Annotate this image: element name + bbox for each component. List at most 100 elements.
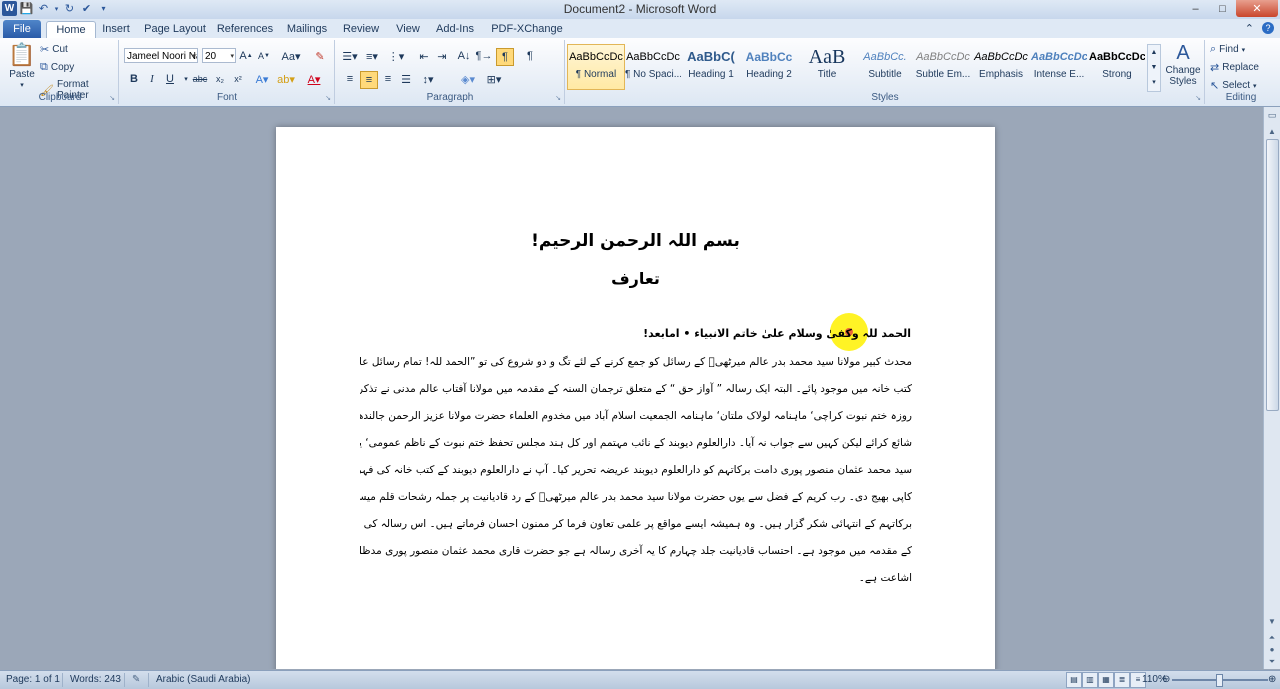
clear-formatting-icon[interactable]: ✎: [312, 48, 328, 64]
cut-button[interactable]: ✂ Cut: [40, 43, 68, 56]
proofing-icon[interactable]: ✎: [132, 674, 140, 685]
style-emphasis[interactable]: AaBbCcDc Emphasis: [973, 45, 1029, 89]
copy-button[interactable]: ⧉ Copy: [40, 61, 74, 74]
zoom-slider-knob[interactable]: [1216, 674, 1223, 687]
align-right-icon[interactable]: ≡: [380, 71, 396, 87]
borders-icon[interactable]: ⊞▾: [486, 71, 502, 87]
font-color-icon[interactable]: A▾: [306, 71, 322, 87]
clipboard-launcher-icon[interactable]: ↘: [109, 94, 115, 102]
style-subtitle[interactable]: AaBbCc. Subtitle: [857, 45, 913, 89]
style-name: ¶ Normal: [575, 69, 617, 80]
strikethrough-icon[interactable]: abc: [192, 71, 208, 87]
font-launcher-icon[interactable]: ↘: [325, 94, 331, 102]
document-page[interactable]: بسم اللہ الرحمن الرحیم! تعارف الحمد للہ …: [276, 127, 995, 669]
styles-group: AaBbCcDc ¶ Normal AaBbCcDc ¶ No Spaci...…: [566, 40, 1205, 104]
tab-pdf-xchange[interactable]: PDF-XChange 4: [490, 21, 564, 52]
ltr-icon[interactable]: ¶→: [476, 48, 493, 64]
tab-file[interactable]: File: [3, 20, 41, 38]
web-layout-icon[interactable]: ▦: [1098, 672, 1114, 688]
style-no-spacing[interactable]: AaBbCcDc ¶ No Spaci...: [625, 45, 681, 89]
paragraph-launcher-icon[interactable]: ↘: [555, 94, 561, 102]
multilevel-list-icon[interactable]: ⋮▾: [388, 48, 405, 64]
title-bar: W 💾 ↶ ▾ ↻ ✔ ▾ Document2 - Microsoft Word…: [0, 0, 1280, 20]
styles-scroll[interactable]: ▲ ▼ ▾: [1147, 44, 1161, 92]
tab-insert[interactable]: Insert: [98, 21, 134, 38]
styles-launcher-icon[interactable]: ↘: [1195, 94, 1201, 102]
tab-add-ins[interactable]: Add-Ins: [434, 21, 476, 38]
paste-button[interactable]: 📋 Paste ▾: [6, 42, 38, 89]
tab-page-layout[interactable]: Page Layout: [144, 21, 206, 38]
help-icon[interactable]: ?: [1262, 22, 1274, 34]
line-spacing-icon[interactable]: ↕▾: [420, 71, 436, 87]
ruler-icon[interactable]: ▭: [1265, 110, 1279, 122]
numbering-icon[interactable]: ≡▾: [364, 48, 380, 64]
bullets-icon[interactable]: ☰▾: [342, 48, 358, 64]
style-name: Heading 2: [746, 69, 792, 80]
align-left-icon[interactable]: ≡: [342, 71, 358, 87]
justify-icon[interactable]: ☰: [398, 71, 414, 87]
grow-font-icon[interactable]: A ▲: [238, 48, 254, 64]
font-name-value: Jameel Noori Na: [127, 51, 198, 62]
sort-icon[interactable]: A↓: [456, 48, 472, 64]
scroll-down-icon[interactable]: ▼: [1265, 615, 1279, 629]
body-line: شائع کرائے لیکن کہیں سے جواب نہ آیا۔ دار…: [360, 437, 912, 449]
increase-indent-icon[interactable]: ⇥: [434, 48, 450, 64]
show-marks-icon[interactable]: ¶: [522, 48, 538, 64]
tab-review[interactable]: Review: [340, 21, 382, 38]
find-label: Find: [1219, 44, 1239, 55]
shading-icon[interactable]: ◈▾: [460, 71, 476, 87]
minimize-button[interactable]: –: [1182, 0, 1209, 17]
subscript-icon[interactable]: x₂: [212, 71, 228, 87]
style-heading-1[interactable]: AaBbC( Heading 1: [683, 45, 739, 89]
shrink-font-icon[interactable]: A ▼: [256, 48, 272, 64]
tab-mailings[interactable]: Mailings: [284, 21, 330, 38]
ribbon: 📋 Paste ▾ ✂ Cut ⧉ Copy 🖌 Format Painter …: [0, 38, 1280, 107]
zoom-in-icon[interactable]: ⊕: [1268, 674, 1276, 685]
style-name: Strong: [1102, 69, 1132, 80]
change-styles-icon: A: [1176, 42, 1190, 64]
font-name-combo[interactable]: Jameel Noori Na ▾: [124, 48, 198, 63]
scroll-thumb[interactable]: [1266, 139, 1279, 411]
tab-home[interactable]: Home: [46, 21, 96, 39]
style-preview: AaBbCc: [745, 50, 793, 64]
rtl-icon[interactable]: ¶: [496, 48, 514, 66]
language-indicator[interactable]: Arabic (Saudi Arabia): [156, 674, 251, 685]
style-strong[interactable]: AaBbCcDc Strong: [1089, 45, 1145, 89]
close-button[interactable]: ✕: [1236, 0, 1278, 17]
find-button[interactable]: ⌕ Find ▾: [1210, 43, 1245, 56]
style-title[interactable]: AaB Title: [799, 45, 855, 89]
underline-icon[interactable]: U: [162, 71, 178, 87]
body-line: کے مقدمہ میں موجود ہے۔ احتساب قادیانیت ج…: [360, 545, 912, 557]
style-intense-emphasis[interactable]: AaBbCcDc Intense E...: [1031, 45, 1087, 89]
body-line: روزہ ختم نبوت کراچی‘ ماہنامہ لولاک ملتان…: [360, 410, 912, 422]
print-layout-icon[interactable]: ▤: [1066, 672, 1082, 688]
scroll-up-icon[interactable]: ▲: [1265, 125, 1279, 139]
decrease-indent-icon[interactable]: ⇤: [416, 48, 432, 64]
zoom-out-icon[interactable]: ⊖: [1162, 674, 1170, 685]
align-center-icon[interactable]: ≡: [360, 71, 378, 89]
style-subtle-emphasis[interactable]: AaBbCcDc Subtle Em...: [915, 45, 971, 89]
tab-references[interactable]: References: [216, 21, 274, 38]
outline-icon[interactable]: ≣: [1114, 672, 1130, 688]
full-screen-reading-icon[interactable]: ▥: [1082, 672, 1098, 688]
style-normal[interactable]: AaBbCcDc ¶ Normal: [567, 44, 625, 90]
tab-view[interactable]: View: [392, 21, 424, 38]
font-size-combo[interactable]: 20 ▾: [202, 48, 236, 63]
change-case-icon[interactable]: Aa▾: [280, 48, 302, 64]
select-button[interactable]: ↖ Select ▾: [1210, 79, 1257, 92]
word-count[interactable]: Words: 243: [70, 674, 121, 685]
replace-button[interactable]: ⇄ Replace: [1210, 61, 1259, 74]
page-count[interactable]: Page: 1 of 1: [6, 674, 60, 685]
minimize-ribbon-icon[interactable]: ⌃: [1245, 22, 1254, 35]
highlight-icon[interactable]: ab▾: [277, 71, 295, 87]
dropdown-arrow-icon: ▾: [192, 53, 196, 60]
vertical-scrollbar[interactable]: ▲ ▼ ⏶ ● ⏷: [1263, 107, 1280, 669]
bold-icon[interactable]: B: [126, 71, 142, 87]
italic-icon[interactable]: I: [144, 71, 160, 87]
maximize-button[interactable]: □: [1209, 0, 1236, 17]
text-effects-icon[interactable]: A▾: [254, 71, 270, 87]
change-styles-button[interactable]: A Change Styles: [1164, 42, 1202, 87]
style-heading-2[interactable]: AaBbCc Heading 2: [741, 45, 797, 89]
superscript-icon[interactable]: x²: [230, 71, 246, 87]
next-page-icon[interactable]: ⏷: [1265, 655, 1279, 669]
